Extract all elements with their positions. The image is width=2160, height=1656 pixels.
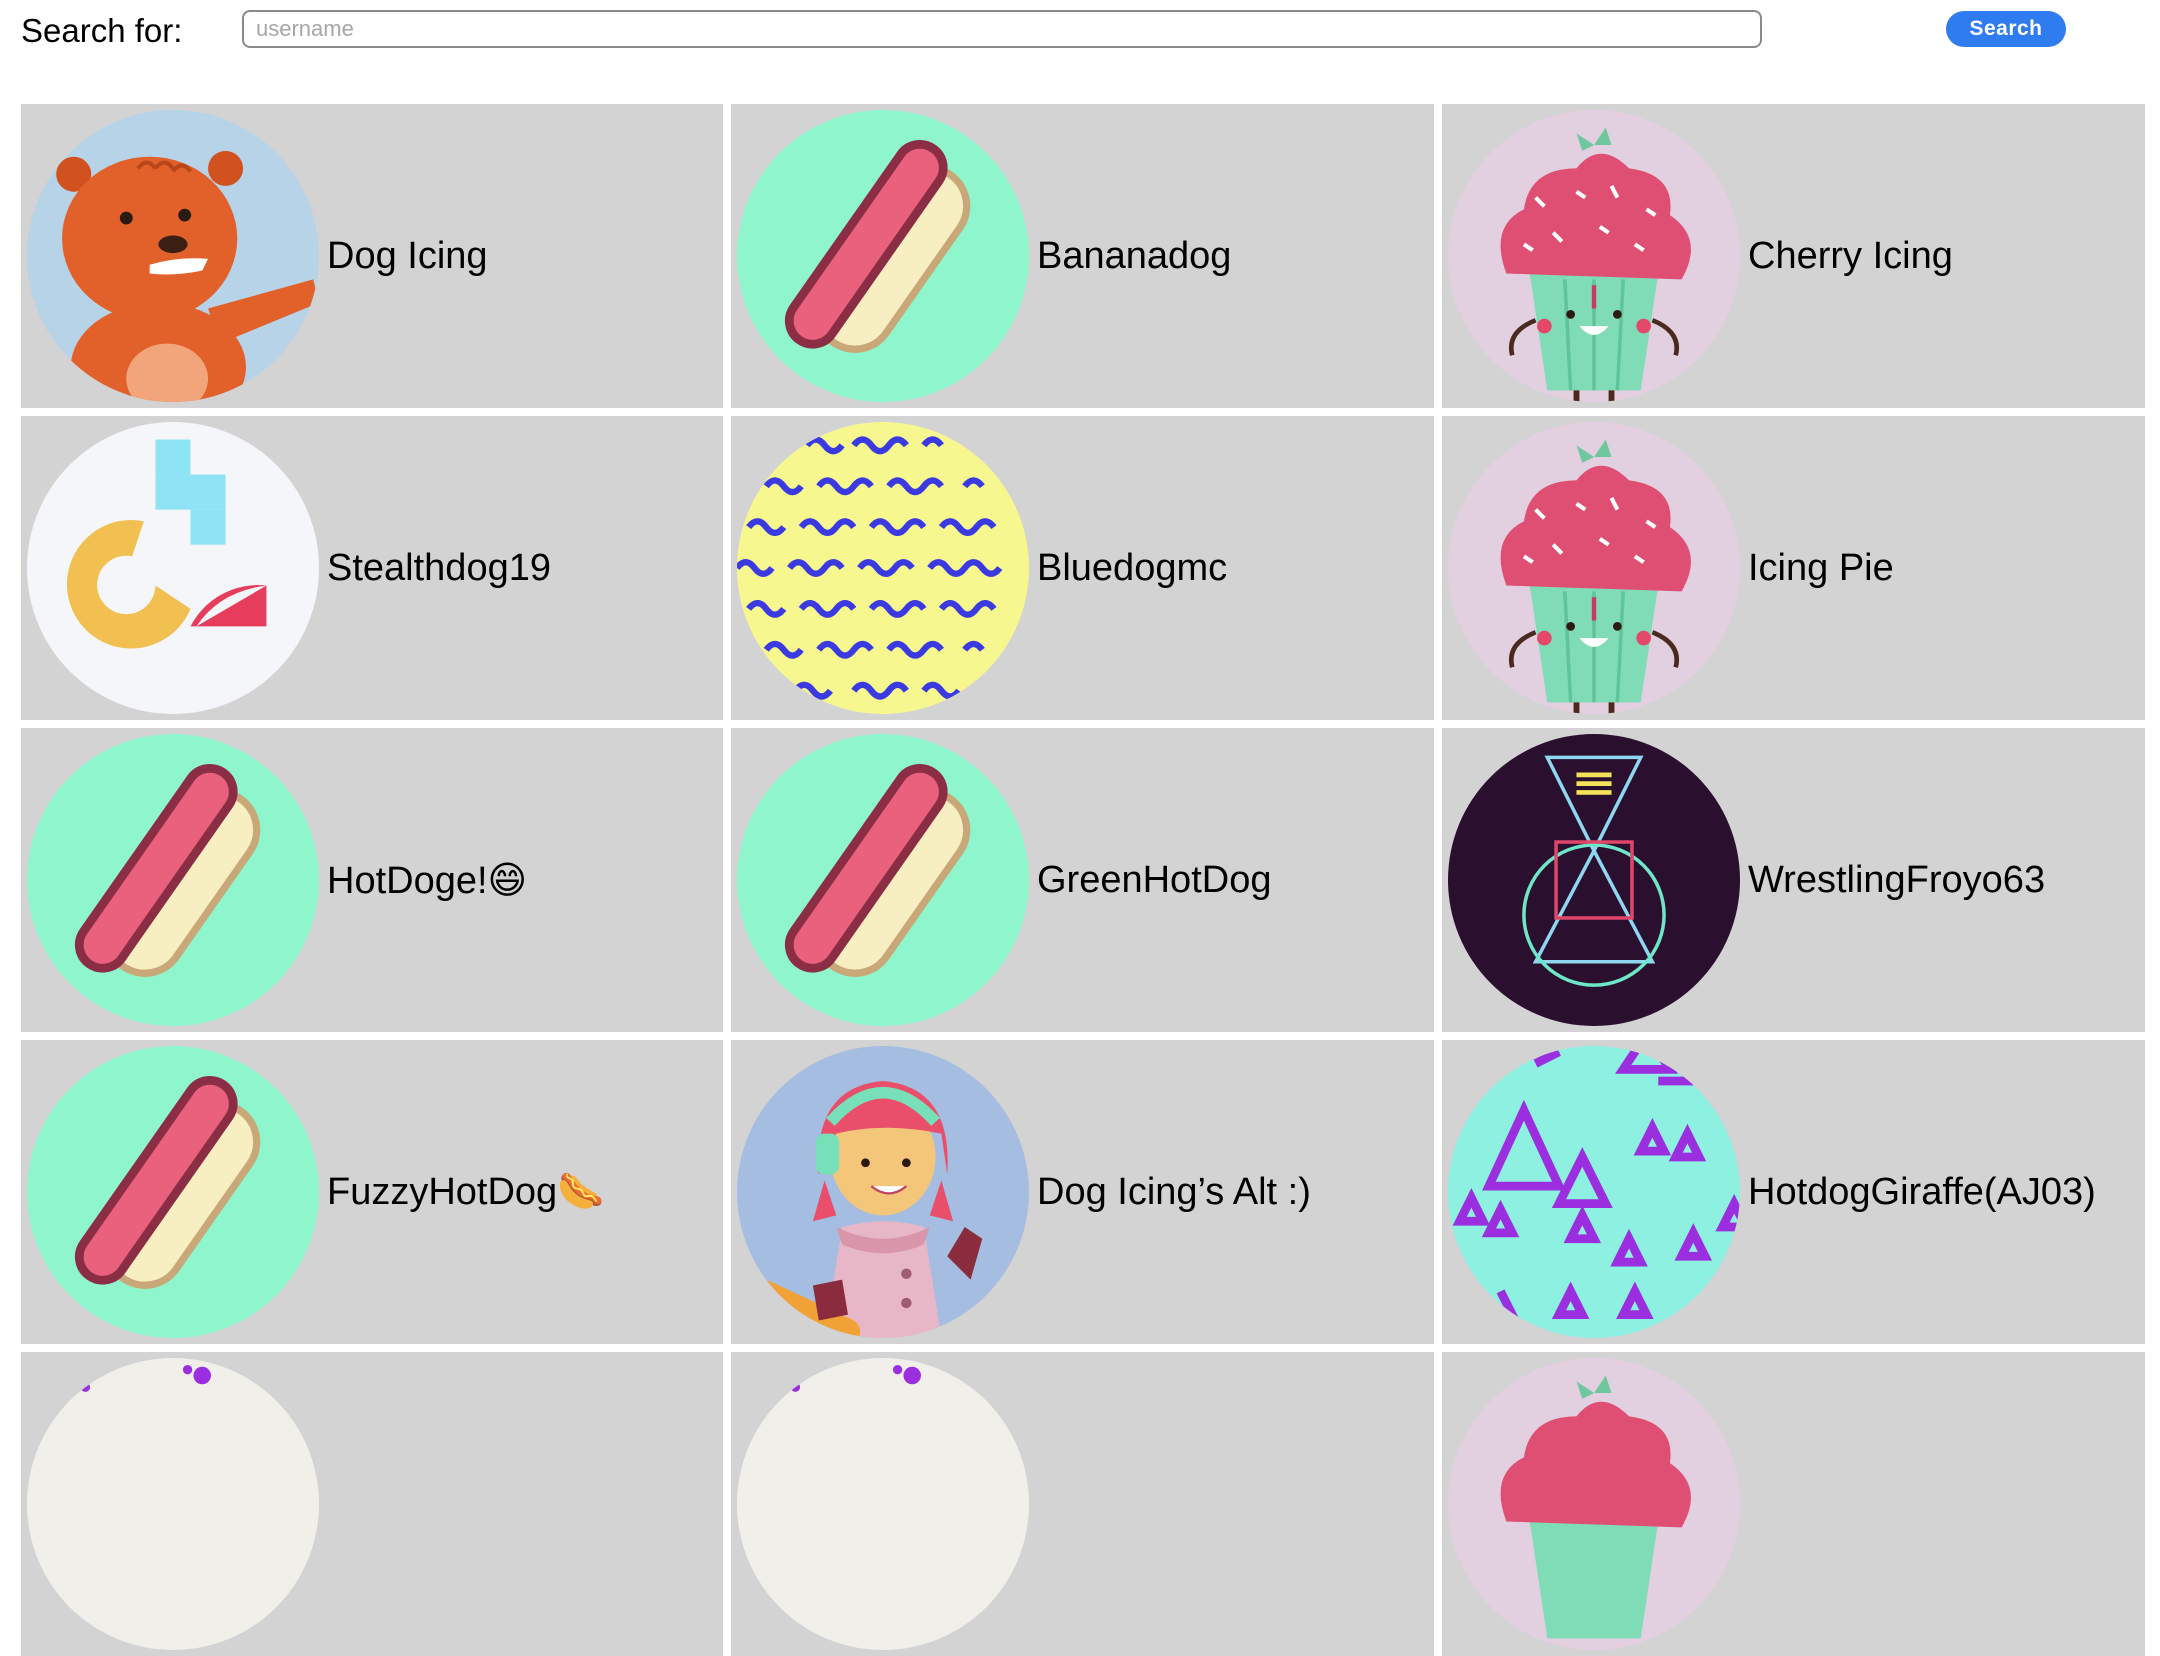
search-button[interactable]: Search [1946,11,2066,47]
dotted-avatar-icon [737,1358,1029,1650]
username: HotdogGiraffe(AJ03) [1748,1170,2096,1213]
search-input[interactable] [242,10,1762,48]
username: Icing Pie [1748,546,1894,589]
username: Cherry Icing [1748,234,1953,277]
user-card[interactable]: Bananadog [731,104,1434,408]
username: FuzzyHotDog🌭 [327,1171,605,1213]
hotdog-avatar-icon [737,110,1029,402]
hotdog-avatar-icon [27,734,319,1026]
username: Stealthdog19 [327,546,551,589]
user-card[interactable]: HotDoge!😄 [21,728,723,1032]
geometric-shapes-avatar-icon [27,422,319,714]
bear-avatar-icon [27,110,319,402]
username: HotDoge!😄 [327,859,528,902]
username: Dog Icing’s Alt :) [1037,1170,1311,1213]
user-card[interactable]: FuzzyHotDog🌭 [21,1040,723,1344]
dotted-avatar-icon [27,1358,319,1650]
username: WrestlingFroyo63 [1748,858,2046,901]
user-card[interactable]: Stealthdog19 [21,416,723,720]
cupcake-avatar-icon [1448,1358,1740,1650]
cupcake-avatar-icon [1448,110,1740,402]
user-card[interactable]: Bluedogmc [731,416,1434,720]
username: Bananadog [1037,234,1232,277]
search-label: Search for: [21,12,183,49]
user-card[interactable]: Dog Icing [21,104,723,408]
user-card[interactable]: Dog Icing’s Alt :) [731,1040,1434,1344]
hotdog-avatar-icon [737,734,1029,1026]
hotdog-avatar-icon [27,1046,319,1338]
user-grid: Dog Icing Bananadog Cherry Icing Stealth… [21,104,2147,1656]
triangle-circle-avatar-icon [1448,734,1740,1026]
user-card[interactable]: GreenHotDog [731,728,1434,1032]
user-card[interactable]: Icing Pie [1442,416,2145,720]
girl-headphones-avatar-icon [737,1046,1029,1338]
username: GreenHotDog [1037,858,1272,901]
triangle-pattern-avatar-icon [1448,1046,1740,1338]
user-card[interactable]: HotdogGiraffe(AJ03) [1442,1040,2145,1344]
username: Bluedogmc [1037,546,1228,589]
username: Dog Icing [327,234,488,277]
wavy-pattern-avatar-icon [737,422,1029,714]
user-card[interactable]: WrestlingFroyo63 [1442,728,2145,1032]
cupcake-avatar-icon [1448,422,1740,714]
user-card[interactable]: Cherry Icing [1442,104,2145,408]
